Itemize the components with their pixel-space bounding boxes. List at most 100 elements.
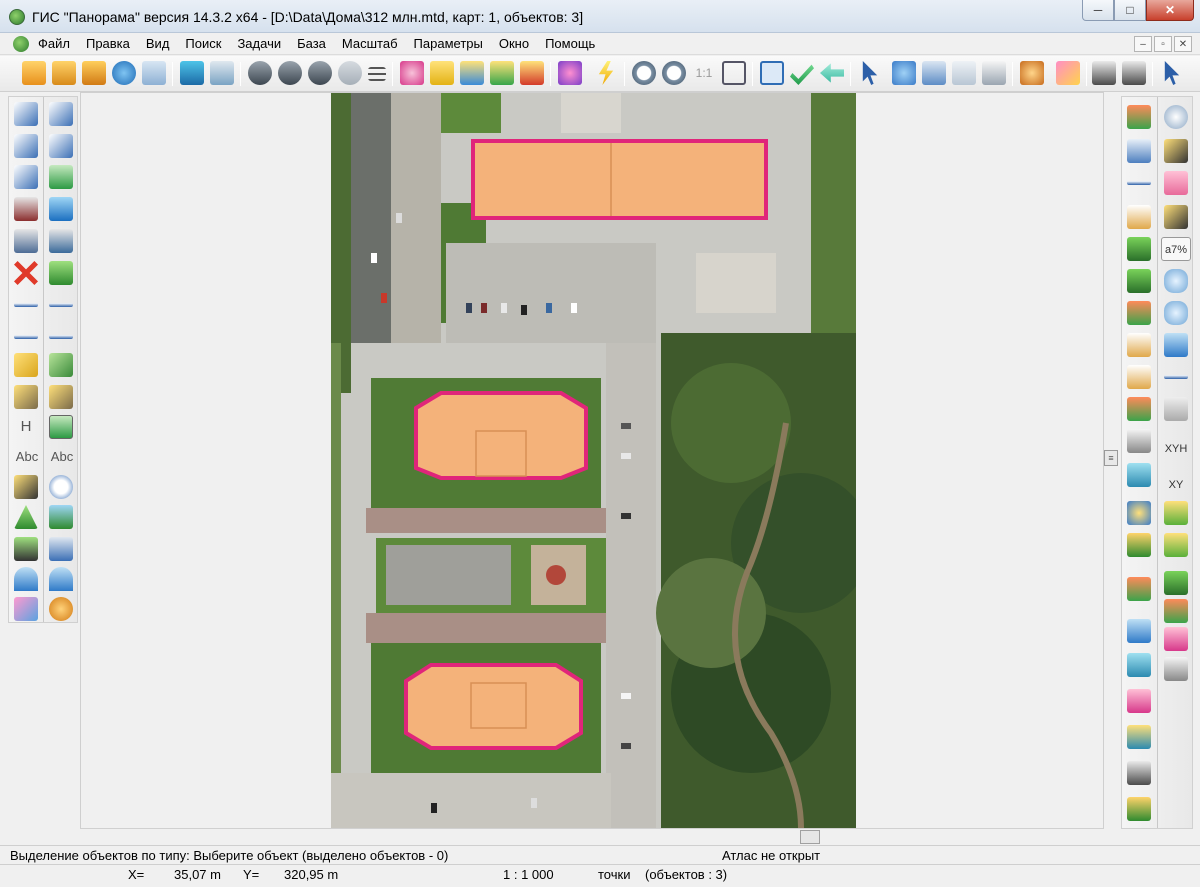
- flashlight-icon[interactable]: [14, 475, 38, 499]
- search-more-icon[interactable]: [308, 61, 332, 85]
- lightning-icon[interactable]: [598, 61, 614, 85]
- elevation-icon[interactable]: [1127, 725, 1151, 749]
- raster-icon[interactable]: [1127, 105, 1151, 129]
- printer-right-icon[interactable]: [1127, 761, 1151, 785]
- palette-icon[interactable]: [1020, 61, 1044, 85]
- help-map-icon[interactable]: [1127, 463, 1151, 487]
- redo-icon[interactable]: [49, 567, 73, 591]
- cloud-2-icon[interactable]: [1164, 301, 1188, 325]
- flashlight-right-icon[interactable]: [1164, 139, 1188, 163]
- map-green-icon[interactable]: [1164, 571, 1188, 595]
- minimize-button[interactable]: ─: [1082, 0, 1114, 21]
- menu-tasks[interactable]: Задачи: [237, 36, 288, 51]
- surface-icon[interactable]: [1164, 501, 1188, 525]
- delete-point-icon[interactable]: [49, 261, 73, 285]
- aerial-photo[interactable]: [331, 93, 856, 828]
- profile-icon[interactable]: [1127, 205, 1151, 229]
- scrollbar-thumb[interactable]: [800, 830, 820, 844]
- osm-icon[interactable]: [82, 61, 106, 85]
- label-grid-icon[interactable]: [49, 385, 73, 409]
- draw-path-icon[interactable]: [49, 134, 73, 158]
- close-button[interactable]: ✕: [1146, 0, 1194, 21]
- select-object-icon[interactable]: [400, 61, 424, 85]
- sign-icon[interactable]: [49, 415, 73, 439]
- edit-object-icon[interactable]: [430, 61, 454, 85]
- refresh-map-icon[interactable]: [1127, 139, 1151, 163]
- branch-line-icon[interactable]: [49, 303, 73, 307]
- style-icon[interactable]: [558, 61, 582, 85]
- stack-icon[interactable]: [49, 505, 73, 529]
- pointer-icon[interactable]: [862, 61, 878, 85]
- terrain-blue-icon[interactable]: [1127, 619, 1151, 643]
- percent-label-button[interactable]: a7%: [1161, 237, 1191, 261]
- maximize-button[interactable]: □: [1114, 0, 1146, 21]
- splitter-grip[interactable]: ≡: [1104, 450, 1118, 466]
- blank-icon[interactable]: [1164, 397, 1188, 421]
- import-icon[interactable]: [14, 537, 38, 561]
- query-line-icon[interactable]: [14, 165, 38, 189]
- accept-object-icon[interactable]: [490, 61, 514, 85]
- add-object-icon[interactable]: [460, 61, 484, 85]
- calculator-icon[interactable]: [1164, 657, 1188, 681]
- polygon-edit-icon[interactable]: [1127, 689, 1151, 713]
- shapes-icon[interactable]: [1127, 501, 1151, 525]
- mdi-minimize-button[interactable]: –: [1134, 36, 1152, 52]
- menu-search[interactable]: Поиск: [185, 36, 228, 51]
- flashlight-right-2-icon[interactable]: [1164, 205, 1188, 229]
- menu-scale[interactable]: Масштаб: [342, 36, 405, 51]
- raster-3-icon[interactable]: [1127, 397, 1151, 421]
- polyline-right-icon[interactable]: [1127, 181, 1151, 185]
- network-icon[interactable]: [1164, 627, 1188, 651]
- terrain-layers-icon[interactable]: [1127, 237, 1151, 261]
- tree-icon[interactable]: [14, 505, 38, 529]
- undo-icon[interactable]: [14, 567, 38, 591]
- text-label-button-1[interactable]: Abc: [12, 445, 42, 469]
- text-label-button-2[interactable]: Abc: [47, 445, 77, 469]
- profile-3-icon[interactable]: [1127, 365, 1151, 389]
- contour-icon[interactable]: [1127, 429, 1151, 453]
- zoom-in-icon[interactable]: [662, 61, 686, 85]
- printer-icon[interactable]: [1092, 61, 1116, 85]
- menu-parameters[interactable]: Параметры: [414, 36, 490, 51]
- surface-2-icon[interactable]: [1164, 533, 1188, 557]
- exit-2-icon[interactable]: [1127, 797, 1151, 821]
- raster-5-icon[interactable]: [1164, 599, 1188, 623]
- pointer-select-icon[interactable]: [922, 61, 946, 85]
- search-area-icon[interactable]: [338, 61, 362, 85]
- menu-file[interactable]: Файл: [38, 36, 77, 51]
- xy-label-button[interactable]: XY: [1161, 473, 1191, 497]
- magnify-icon[interactable]: [49, 475, 73, 499]
- menu-help[interactable]: Помощь: [545, 36, 602, 51]
- mdi-restore-button[interactable]: ▫: [1154, 36, 1172, 52]
- map-layers-icon[interactable]: [1127, 269, 1151, 293]
- label-pen-icon[interactable]: [14, 385, 38, 409]
- zoom-out-icon[interactable]: [632, 61, 656, 85]
- checkmark-icon[interactable]: [790, 64, 814, 85]
- images-icon[interactable]: [14, 597, 38, 621]
- move-icon[interactable]: [49, 353, 73, 377]
- curve-line-icon[interactable]: [14, 335, 38, 339]
- draw-line-icon[interactable]: [14, 102, 38, 126]
- map-legend-icon[interactable]: [210, 61, 234, 85]
- raster-2-icon[interactable]: [1127, 301, 1151, 325]
- fit-extent-icon[interactable]: [722, 61, 746, 85]
- curve-dots-icon[interactable]: [49, 335, 73, 339]
- pink-squares-icon[interactable]: [1164, 171, 1188, 195]
- water-icon[interactable]: [1164, 333, 1188, 357]
- open-map-icon[interactable]: [52, 61, 76, 85]
- draw-polyline-icon[interactable]: [49, 102, 73, 126]
- xyh-label-button[interactable]: XYH: [1161, 437, 1191, 461]
- settings-gear-icon[interactable]: [49, 597, 73, 621]
- list-icon[interactable]: [368, 67, 386, 81]
- delete-icon[interactable]: [14, 261, 38, 285]
- horizontal-scrollbar[interactable]: [80, 828, 1104, 845]
- menu-database[interactable]: База: [297, 36, 333, 51]
- split-icon[interactable]: [14, 197, 38, 221]
- table-icon[interactable]: [49, 537, 73, 561]
- print-preview-icon[interactable]: [1122, 61, 1146, 85]
- check-object-icon[interactable]: [49, 165, 73, 189]
- pencil-icon[interactable]: [1056, 61, 1080, 85]
- window-view-icon[interactable]: [760, 61, 784, 85]
- draw-segment-icon[interactable]: [14, 134, 38, 158]
- mdi-close-button[interactable]: ✕: [1174, 36, 1192, 52]
